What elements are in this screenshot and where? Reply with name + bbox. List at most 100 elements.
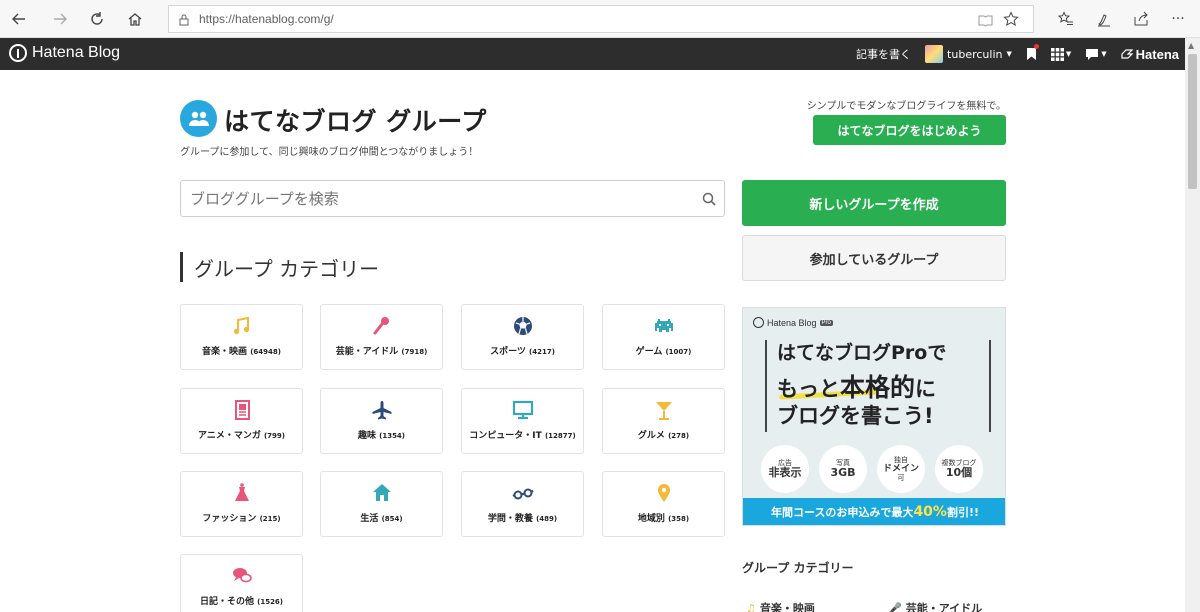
start-blog-button[interactable]: はてなブログをはじめよう — [813, 115, 1006, 145]
category-name: ゲーム — [635, 347, 663, 357]
hatena-logo-icon — [9, 44, 27, 62]
category-name: 趣味 — [357, 431, 376, 441]
scrollbar-thumb[interactable] — [1188, 54, 1197, 189]
category-label: ファッション (215) — [202, 511, 280, 524]
badge-top-text: 独自 — [894, 455, 908, 464]
category-count: (489) — [536, 515, 558, 523]
category-tile[interactable]: ファッション (215) — [180, 471, 303, 537]
category-label: スポーツ (4217) — [490, 344, 555, 357]
pro-advertisement[interactable]: Hatena Blog Pro はてなブログProで もっと本格的に ブログを書… — [742, 307, 1006, 526]
category-count: (799) — [263, 432, 285, 440]
pen-notes-icon[interactable] — [1090, 6, 1118, 32]
category-tile[interactable]: 芸能・アイドル (7918) — [320, 304, 443, 370]
bookmark-icon — [1026, 48, 1036, 60]
badge-main-text: ドメイン — [882, 463, 919, 474]
address-bar[interactable]: https://hatenablog.com/g/ — [168, 5, 1034, 33]
ad-bracket-right — [985, 340, 991, 432]
reading-view-icon[interactable] — [978, 12, 993, 31]
ad-footer-text: 年間コースのお申込みで最大 — [770, 505, 914, 519]
notification-dot — [1033, 44, 1039, 49]
caret-down-icon: ▼ — [1101, 50, 1107, 58]
category-count: (854) — [381, 515, 403, 523]
category-name: グルメ — [637, 431, 665, 441]
write-article-link[interactable]: 記事を書く — [856, 46, 911, 62]
category-count: (1354) — [379, 432, 406, 440]
category-tile[interactable]: 学問・教養 (489) — [461, 471, 584, 537]
speech-bubbles-icon — [231, 565, 253, 587]
hatena-topbar: Hatena Blog 記事を書く tuberculin ▼ ▼ ▼ Haten… — [0, 38, 1185, 70]
category-count: (1526) — [257, 598, 284, 606]
home-icon[interactable] — [122, 6, 148, 32]
category-count: (64948) — [250, 348, 281, 356]
hatena-blog-logo[interactable]: Hatena Blog — [9, 44, 120, 62]
category-count: (278) — [668, 432, 690, 440]
pro-tag: Pro — [819, 319, 833, 326]
refresh-icon[interactable] — [84, 6, 110, 32]
category-label: 芸能・アイドル (7918) — [336, 344, 428, 357]
sidebar-category-music[interactable]: ♫ 音楽・映画 — [746, 600, 815, 612]
ad-footer-text-2: 割引!! — [946, 505, 979, 519]
search-input[interactable] — [181, 181, 681, 216]
category-name: 芸能・アイドル — [335, 347, 399, 357]
category-count: (1007) — [665, 348, 692, 356]
category-name: ファッション — [202, 514, 257, 524]
sidebar-category-label: 音楽・映画 — [759, 602, 815, 612]
back-icon[interactable] — [6, 6, 32, 32]
badge-sub-text: 可 — [897, 474, 905, 483]
category-label: 音楽・映画 (64948) — [202, 344, 281, 357]
ad-headline-2a: もっと — [777, 377, 840, 401]
category-name: コンピュータ・IT — [469, 431, 542, 441]
hatena-text: Hatena — [1135, 46, 1179, 62]
sidebar-categories-heading: グループ カテゴリー — [742, 561, 854, 575]
page-subtitle: グループに参加して、同じ興味のブログ仲間とつながりましょう！ — [180, 147, 479, 158]
bookmark-button[interactable] — [1026, 44, 1039, 61]
comments-menu-button[interactable]: ▼ — [1085, 48, 1107, 61]
ad-feature-badge: 写真 3GB — [819, 445, 867, 493]
ad-headline-2c: に — [915, 377, 937, 401]
map-pin-icon — [653, 482, 675, 504]
badge-main-text: 非表示 — [768, 465, 802, 479]
category-tile[interactable]: ゲーム (1007) — [602, 304, 725, 370]
joined-groups-button[interactable]: 参加しているグループ — [742, 235, 1006, 281]
category-label: アニメ・マンガ (799) — [198, 428, 285, 441]
page-title: はてなブログ グループ — [224, 107, 487, 136]
ad-hatena-logo: Hatena Blog Pro — [753, 317, 833, 328]
category-label: ゲーム (1007) — [636, 344, 692, 357]
page-scrollbar[interactable]: ▲ — [1185, 38, 1200, 612]
category-count: (215) — [259, 515, 281, 523]
hatena-logo-icon — [753, 317, 764, 328]
category-tile[interactable]: アニメ・マンガ (799) — [180, 388, 303, 454]
category-tile[interactable]: グルメ (278) — [602, 388, 725, 454]
category-tile[interactable]: 生活 (854) — [320, 471, 443, 537]
url-text[interactable]: https://hatenablog.com/g/ — [199, 12, 334, 26]
more-icon[interactable]: ··· — [1164, 6, 1192, 32]
category-label: 学問・教養 (489) — [488, 511, 557, 524]
scroll-up-icon[interactable]: ▲ — [1188, 41, 1194, 50]
favorites-list-icon[interactable] — [1052, 6, 1080, 32]
category-tile[interactable]: 地域別 (358) — [602, 471, 725, 537]
category-name: 学問・教養 — [487, 514, 533, 524]
category-tile[interactable]: 日記・その他 (1526) — [180, 554, 303, 612]
ad-feature-badge: 独自 ドメイン可 — [877, 445, 925, 493]
glasses-icon — [511, 482, 534, 504]
category-label: 日記・その他 (1526) — [200, 594, 283, 607]
share-icon[interactable] — [1127, 6, 1155, 32]
category-tile[interactable]: スポーツ (4217) — [461, 304, 584, 370]
category-count: (358) — [668, 515, 690, 523]
forward-icon[interactable] — [47, 6, 73, 32]
promo-text: シンプルでモダンなブログライフを無料で。 — [806, 101, 1006, 112]
hatena-link[interactable]: Hatena — [1121, 47, 1179, 62]
category-tile[interactable]: コンピュータ・IT (12877) — [461, 388, 584, 454]
category-count: (7918) — [401, 348, 428, 356]
search-icon[interactable] — [702, 191, 716, 210]
favorite-star-icon[interactable] — [1003, 11, 1019, 31]
grid-icon — [1050, 47, 1064, 61]
sidebar-category-idol[interactable]: 🎤 芸能・アイドル — [888, 600, 982, 612]
create-group-button[interactable]: 新しいグループを作成 — [742, 180, 1006, 226]
category-tile[interactable]: 音楽・映画 (64948) — [180, 304, 303, 370]
ad-headline-2b: 本格的 — [840, 373, 916, 402]
group-search[interactable] — [180, 180, 725, 217]
user-menu[interactable]: tuberculin ▼ — [925, 45, 1012, 63]
apps-menu-button[interactable]: ▼ — [1050, 47, 1071, 61]
category-tile[interactable]: 趣味 (1354) — [320, 388, 443, 454]
